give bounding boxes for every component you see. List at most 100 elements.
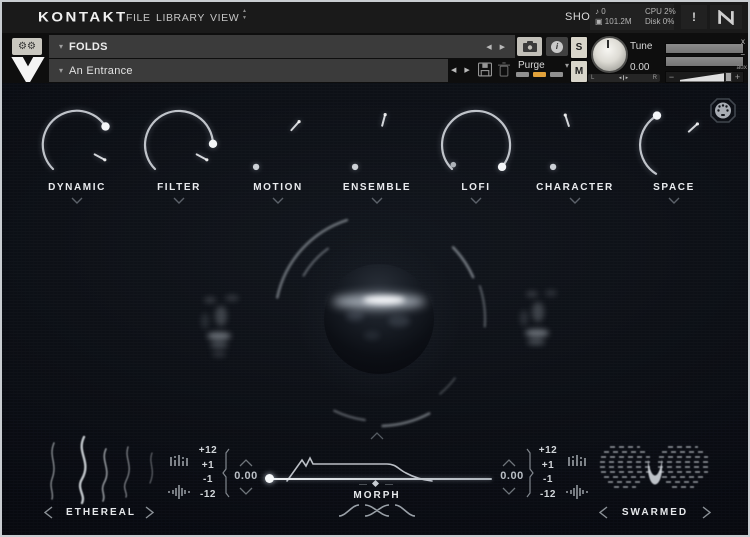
patch-bar[interactable]: ▾ An Entrance xyxy=(49,59,448,82)
multi-nav-arrows[interactable]: ◀▶ xyxy=(486,43,513,51)
camera-icon xyxy=(522,41,538,53)
tune-value: 0.00 xyxy=(630,62,649,73)
chevron-down-icon[interactable] xyxy=(71,197,83,204)
curve-rise-icon[interactable] xyxy=(338,504,360,517)
semitone-minus12[interactable]: -12 xyxy=(535,489,561,504)
multi-rack-bar[interactable]: ▾ FOLDS ◀▶ xyxy=(49,35,515,58)
chevron-down-icon[interactable] xyxy=(668,197,680,204)
ensemble-knob[interactable] xyxy=(332,100,422,190)
volume-minus[interactable]: − xyxy=(666,73,677,82)
level-meter-left xyxy=(665,43,744,54)
menu-library[interactable]: LIBRARY xyxy=(156,12,205,24)
trash-icon[interactable] xyxy=(498,62,510,77)
motion-knob[interactable] xyxy=(233,100,323,190)
semitone-minus1[interactable]: -1 xyxy=(195,474,221,489)
ethereal-prev-button[interactable] xyxy=(44,506,53,519)
info-icon: i xyxy=(551,41,563,53)
character-knob[interactable] xyxy=(530,100,620,190)
titlebar: KONTAKT FILE LIBRARY VIEW ▲▼ SHOP ♪ 0▣ 1… xyxy=(2,2,748,34)
alert-button[interactable]: ! xyxy=(681,5,707,29)
swarmed-value-down-button[interactable] xyxy=(502,487,516,495)
kontakt-window: KONTAKT FILE LIBRARY VIEW ▲▼ SHOP ♪ 0▣ 1… xyxy=(0,0,750,537)
semitone-minus12[interactable]: -12 xyxy=(195,489,221,504)
chevron-down-icon[interactable] xyxy=(569,197,581,204)
patch-name: An Entrance xyxy=(69,65,133,77)
chevron-down-icon[interactable] xyxy=(173,197,185,204)
size-stepper[interactable]: ▲▼ xyxy=(242,9,247,21)
volume-slider[interactable]: − + xyxy=(665,71,744,83)
semitone-plus12[interactable]: +12 xyxy=(535,445,561,460)
swarmed-value-up-button[interactable] xyxy=(502,459,516,467)
orb-ring-segments xyxy=(249,197,509,447)
instrument-panel: DYNAMIC FILTER MOTION ENSEMBLE LOFI CHAR… xyxy=(2,83,748,537)
morph-center-dash xyxy=(359,484,367,485)
up-arrow-icon: ▲ xyxy=(242,9,247,14)
down-arrow-icon: ▼ xyxy=(242,16,247,21)
ethereal-visual[interactable] xyxy=(40,435,166,505)
snapshot-camera-button[interactable] xyxy=(517,37,542,56)
swarmed-visual[interactable] xyxy=(596,437,714,511)
pan-center-icon: ◂❙▸ xyxy=(619,75,628,81)
filter-knob[interactable] xyxy=(134,100,224,190)
ethereal-label: ETHEREAL xyxy=(57,507,145,518)
instrument-header: ⚙⚙ ▾ FOLDS ◀▶ i ▾ An Entrance ◀▶ xyxy=(2,33,748,83)
volume-handle[interactable] xyxy=(725,72,732,82)
morph-center-dash xyxy=(385,484,393,485)
swarmed-prev-button[interactable] xyxy=(599,506,608,519)
ethereal-next-button[interactable] xyxy=(145,506,154,519)
purge-label: Purge xyxy=(518,60,545,71)
save-icon[interactable] xyxy=(478,62,492,77)
instrument-options-button[interactable]: ⚙⚙ xyxy=(12,38,42,55)
ni-logo[interactable] xyxy=(710,5,742,29)
spread-icon[interactable] xyxy=(168,484,190,500)
ethereal-semitone-options[interactable]: +12 +1 -1 -12 xyxy=(195,445,221,503)
kontakt-logo: KONTAKT xyxy=(38,10,128,26)
spread-icon[interactable] xyxy=(566,484,588,500)
morph-slider-handle[interactable] xyxy=(265,474,274,483)
menu-view[interactable]: VIEW xyxy=(210,12,239,24)
knob-label-space: SPACE xyxy=(614,182,734,193)
harmonics-icon[interactable] xyxy=(566,452,588,468)
harmonics-icon[interactable] xyxy=(168,452,190,468)
semitone-plus1[interactable]: +1 xyxy=(535,460,561,475)
pan-slider[interactable]: L ◂❙▸ R xyxy=(588,74,660,82)
info-button[interactable]: i xyxy=(546,37,568,56)
lofi-knob[interactable] xyxy=(431,100,521,190)
tune-knob[interactable] xyxy=(591,36,628,73)
swarmed-next-button[interactable] xyxy=(702,506,711,519)
chevron-down-icon: ▾ xyxy=(59,42,63,51)
curve-fall-icon[interactable] xyxy=(394,504,416,517)
ethereal-tune-value[interactable]: 0.00 xyxy=(226,470,266,482)
ethereal-value-up-button[interactable] xyxy=(239,459,253,467)
volume-wedge-icon xyxy=(680,73,724,82)
dynamic-knob[interactable] xyxy=(32,100,122,190)
chevron-down-icon: ▾ xyxy=(59,66,63,75)
semitone-plus1[interactable]: +1 xyxy=(195,460,221,475)
aux-button[interactable]: aux xyxy=(737,64,747,72)
morph-label: MORPH xyxy=(327,490,427,501)
space-knob[interactable] xyxy=(629,100,719,190)
solo-button[interactable]: S xyxy=(570,36,588,59)
tune-label: Tune xyxy=(630,41,652,52)
morph-slider-track[interactable] xyxy=(269,478,492,480)
ethereal-value-down-button[interactable] xyxy=(239,487,253,495)
volume-plus[interactable]: + xyxy=(732,73,743,82)
purge-dropdown[interactable]: Purge ▾ xyxy=(515,60,569,71)
purge-led-indicators xyxy=(516,72,563,77)
crossfade-icon[interactable] xyxy=(364,504,390,517)
morph-panel-up-chevron[interactable] xyxy=(370,432,384,440)
swarmed-semitone-options[interactable]: +12 +1 -1 -12 xyxy=(535,445,561,503)
semitone-minus1[interactable]: -1 xyxy=(535,474,561,489)
mute-button[interactable]: M xyxy=(570,60,588,83)
semitone-plus12[interactable]: +12 xyxy=(195,445,221,460)
led-left xyxy=(516,72,529,77)
menu-file[interactable]: FILE xyxy=(126,12,151,24)
minimize-button[interactable]: − xyxy=(740,51,745,59)
cpu-disk-readout: CPU 2%Disk 0% xyxy=(645,7,676,27)
instrument-logo xyxy=(10,56,46,83)
voices-memory-readout: ♪ 0▣ 101.2M xyxy=(595,7,631,27)
ghost-face-right xyxy=(504,270,584,360)
remove-instrument-button[interactable]: x xyxy=(741,38,745,46)
patch-nav-arrows[interactable]: ◀▶ xyxy=(451,66,478,74)
brace-icon xyxy=(526,448,534,498)
